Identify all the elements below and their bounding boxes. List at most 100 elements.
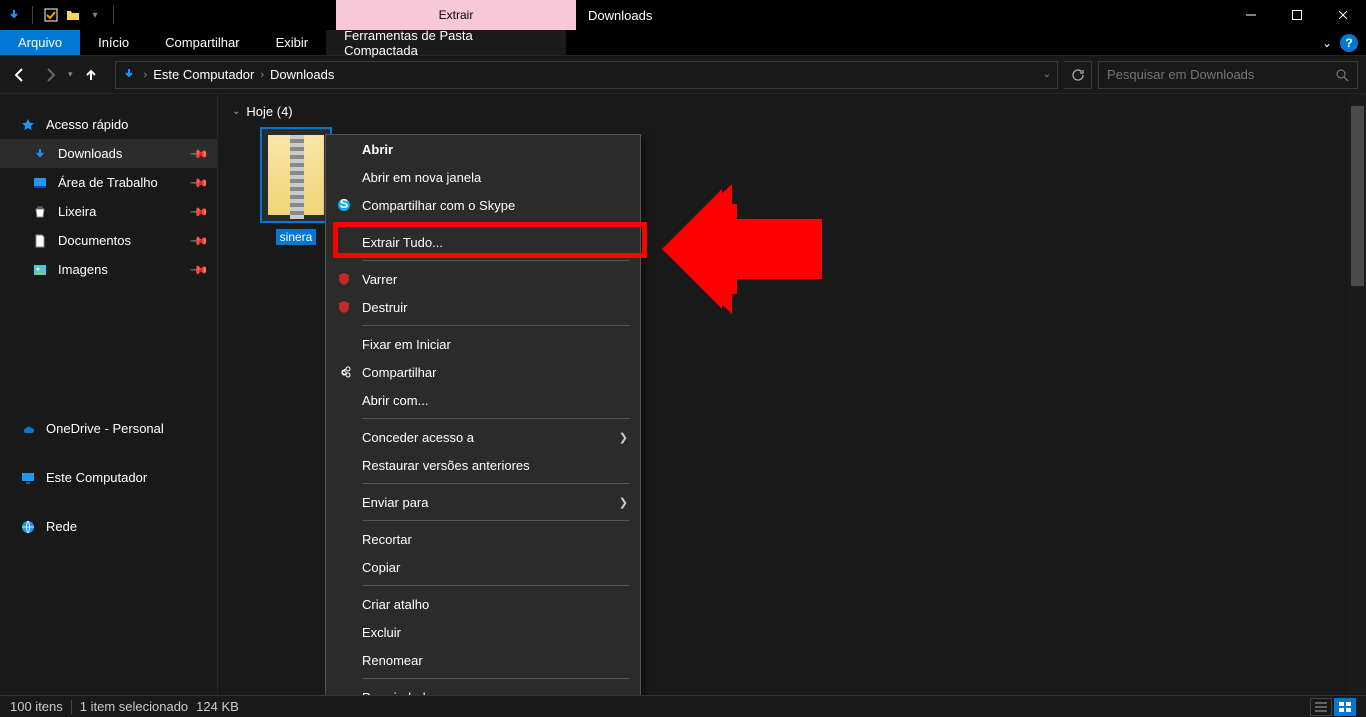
sidebar-downloads[interactable]: Downloads 📌 [0,139,217,168]
ribbon-right: ⌄ ? [1322,30,1366,55]
ctx-separator [362,483,630,484]
qat-dropdown-icon[interactable]: ▾ [87,7,103,23]
tab-compressed-tools[interactable]: Ferramentas de Pasta Compactada [326,30,566,55]
ctx-open[interactable]: Abrir [326,135,640,163]
breadcrumb-separator[interactable]: › [144,69,148,81]
ctx-copy[interactable]: Copiar [326,553,640,581]
pin-icon[interactable]: 📌 [189,172,209,192]
pin-icon[interactable]: 📌 [189,201,209,221]
ctx-create-shortcut[interactable]: Criar atalho [326,590,640,618]
ctx-open-new-window[interactable]: Abrir em nova janela [326,163,640,191]
navigation-pane: Acesso rápido Downloads 📌 Área de Trabal… [0,94,218,695]
pin-icon[interactable]: 📌 [189,259,209,279]
sidebar-onedrive[interactable]: OneDrive - Personal [0,414,217,443]
shield-icon [336,271,352,287]
breadcrumb-separator-2[interactable]: › [260,69,264,81]
tab-share[interactable]: Compartilhar [147,30,257,55]
status-separator [71,700,72,714]
sidebar-documents[interactable]: Documentos 📌 [0,226,217,255]
pin-icon[interactable]: 📌 [189,143,209,163]
zip-file-icon [260,127,332,223]
maximize-button[interactable] [1274,0,1320,30]
ctx-send-to[interactable]: Enviar para❯ [326,488,640,516]
ctx-delete[interactable]: Excluir [326,618,640,646]
status-selected: 1 item selecionado [80,699,188,714]
sidebar-quick-access[interactable]: Acesso rápido [0,110,217,139]
chevron-right-icon: ❯ [619,496,628,509]
tab-file[interactable]: Arquivo [0,30,80,55]
ctx-pin-start[interactable]: Fixar em Iniciar [326,330,640,358]
status-item-count: 100 itens [10,699,63,714]
pc-icon [20,470,36,486]
ctx-cut[interactable]: Recortar [326,525,640,553]
vertical-scrollbar[interactable] [1349,94,1366,695]
address-bar[interactable]: › Este Computador › Downloads ⌄ [115,61,1058,89]
search-input[interactable] [1107,67,1335,82]
ctx-separator [362,418,630,419]
scrollbar-thumb[interactable] [1351,106,1364,286]
sidebar-label: OneDrive - Personal [46,421,164,436]
qat-separator-2 [113,6,114,24]
tab-home[interactable]: Início [80,30,147,55]
file-name-label[interactable]: sinera [276,229,317,245]
tab-view[interactable]: Exibir [258,30,327,55]
ctx-separator [362,223,630,224]
ctx-shred[interactable]: Destruir [326,293,640,321]
group-label: Hoje (4) [246,104,292,119]
ctx-share-skype[interactable]: SCompartilhar com o Skype [326,191,640,219]
minimize-button[interactable] [1228,0,1274,30]
sidebar-label: Documentos [58,233,131,248]
sidebar-label: Rede [46,519,77,534]
history-dropdown-icon[interactable]: ▾ [68,69,73,80]
sidebar-desktop[interactable]: Área de Trabalho 📌 [0,168,217,197]
view-icons-button[interactable] [1334,698,1356,716]
view-details-button[interactable] [1310,698,1332,716]
help-icon[interactable]: ? [1340,34,1358,52]
ctx-extract-all[interactable]: Extrair Tudo... [326,228,640,256]
network-icon [20,519,36,535]
share-icon [336,364,352,380]
desktop-icon [32,175,48,191]
sidebar-pictures[interactable]: Imagens 📌 [0,255,217,284]
close-button[interactable] [1320,0,1366,30]
documents-icon [32,233,48,249]
chevron-down-icon[interactable]: ⌄ [232,106,240,117]
onedrive-icon [20,421,36,437]
back-button[interactable] [8,63,32,87]
refresh-button[interactable] [1064,61,1092,89]
ribbon-collapse-icon[interactable]: ⌄ [1322,36,1332,50]
qat-separator [32,6,33,24]
contextual-tab-extract[interactable]: Extrair [336,0,576,30]
ctx-share[interactable]: Compartilhar [326,358,640,386]
ctx-restore-versions[interactable]: Restaurar versões anteriores [326,451,640,479]
checkbox-icon[interactable] [43,7,59,23]
body: Acesso rápido Downloads 📌 Área de Trabal… [0,94,1366,695]
ctx-separator [362,520,630,521]
down-arrow-icon[interactable] [6,7,22,23]
sidebar-this-pc[interactable]: Este Computador [0,463,217,492]
ctx-separator [362,678,630,679]
sidebar-network[interactable]: Rede [0,512,217,541]
search-icon[interactable] [1335,68,1349,82]
context-menu: Abrir Abrir em nova janela SCompartilhar… [325,134,641,712]
skype-icon: S [336,197,352,213]
ctx-grant-access[interactable]: Conceder acesso a❯ [326,423,640,451]
pin-icon[interactable]: 📌 [189,230,209,250]
breadcrumb-pc[interactable]: Este Computador [153,67,254,82]
folder-icon[interactable] [65,7,81,23]
sidebar-label: Área de Trabalho [58,175,158,190]
breadcrumb-downloads[interactable]: Downloads [270,67,334,82]
forward-button[interactable] [38,63,62,87]
status-bar: 100 itens 1 item selecionado 124 KB [0,695,1366,717]
search-box[interactable] [1098,61,1358,89]
ctx-rename[interactable]: Renomear [326,646,640,674]
svg-text:S: S [340,198,349,211]
ctx-open-with[interactable]: Abrir com... [326,386,640,414]
titlebar: ▾ Extrair Downloads [0,0,1366,30]
ctx-scan[interactable]: Varrer [326,265,640,293]
up-button[interactable] [79,63,103,87]
group-header-today[interactable]: ⌄ Hoje (4) [232,104,1352,119]
address-dropdown-icon[interactable]: ⌄ [1043,69,1051,80]
sidebar-recycle[interactable]: Lixeira 📌 [0,197,217,226]
ctx-separator [362,260,630,261]
